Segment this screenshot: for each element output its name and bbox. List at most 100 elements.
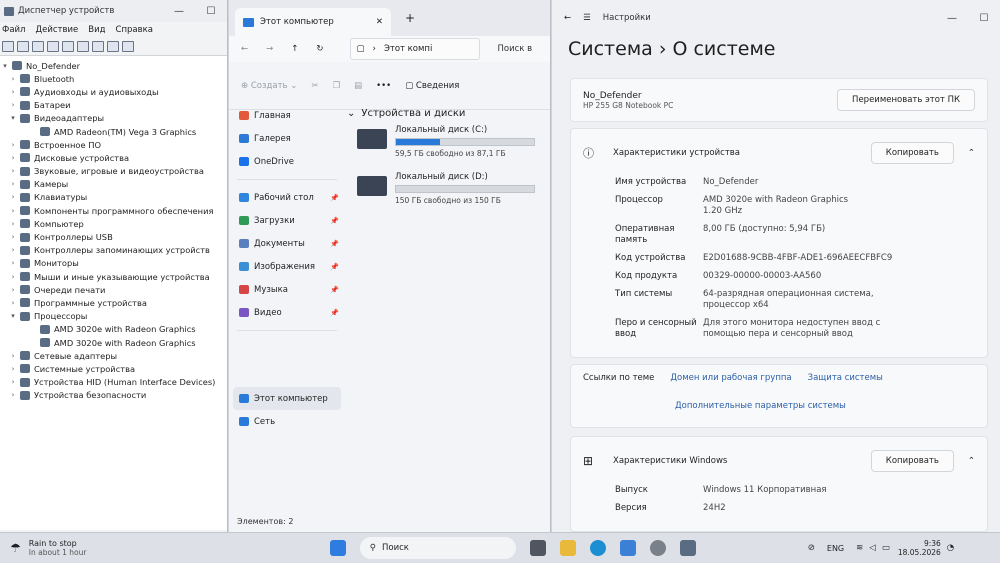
cut-icon[interactable]: ✂ — [311, 81, 318, 91]
sidebar-item[interactable]: OneDrive — [229, 150, 345, 173]
sidebar-item[interactable]: Галерея — [229, 127, 345, 150]
refresh-icon[interactable]: ↻ — [316, 44, 323, 54]
chevron-right-icon[interactable]: › — [8, 180, 18, 188]
drive-item[interactable]: Локальный диск (C:) 59,5 ГБ свободно из 8… — [357, 125, 550, 158]
back-arrow-icon[interactable]: ← — [564, 13, 571, 23]
tree-node[interactable]: › Аудиовходы и аудиовыходы — [0, 85, 227, 98]
pin-icon[interactable]: 📌 — [330, 240, 339, 248]
tree-node[interactable]: › Камеры — [0, 178, 227, 191]
chevron-down-icon[interactable]: ▾ — [0, 62, 10, 70]
tree-node[interactable]: › Bluetooth — [0, 72, 227, 85]
chevron-right-icon[interactable]: › — [8, 207, 18, 215]
tree-node[interactable]: › Компьютер — [0, 217, 227, 230]
tree-node[interactable]: › Программные устройства — [0, 296, 227, 309]
copy-device-specs-button[interactable]: Копировать — [870, 142, 954, 164]
chevron-up-icon[interactable]: ⌃ — [968, 456, 975, 466]
file-explorer-icon[interactable] — [559, 540, 576, 556]
pin-icon[interactable]: 📌 — [330, 217, 339, 225]
tree-node[interactable]: › Сетевые адаптеры — [0, 349, 227, 362]
tree-node[interactable]: AMD 3020e with Radeon Graphics — [0, 323, 227, 336]
chevron-right-icon[interactable]: › — [8, 259, 18, 267]
forward-icon[interactable] — [17, 41, 29, 52]
address-bar[interactable]: ▢ › Этот компі — [349, 38, 480, 60]
tree-node[interactable]: › Контроллеры USB — [0, 230, 227, 243]
sidebar-item[interactable]: Изображения 📌 — [229, 255, 345, 278]
volume-icon[interactable]: ◁ — [869, 543, 876, 553]
back-icon[interactable] — [2, 41, 14, 52]
network-off-icon[interactable]: ⊘ — [808, 543, 815, 553]
tree-node[interactable]: › Системные устройства — [0, 362, 227, 375]
tree-node[interactable]: › Мониторы — [0, 257, 227, 270]
create-button[interactable]: ⊕ Создать ⌄ — [241, 81, 297, 91]
device-manager-icon[interactable] — [679, 540, 696, 556]
chevron-up-icon[interactable]: ⌃ — [968, 148, 975, 158]
chevron-right-icon[interactable]: › — [8, 193, 18, 201]
edge-icon[interactable] — [589, 540, 606, 556]
minimize-button[interactable]: — — [936, 13, 968, 24]
store-icon[interactable] — [619, 540, 636, 556]
device-specs-header[interactable]: ⓘ Характеристики устройства Копировать ⌃ — [571, 129, 987, 177]
paste-icon[interactable]: ▤ — [354, 81, 362, 91]
menu-icon[interactable]: ☰ — [583, 13, 591, 23]
language-indicator[interactable]: ENG — [827, 544, 844, 553]
chevron-right-icon[interactable]: › — [8, 154, 18, 162]
update-driver-icon[interactable] — [92, 41, 104, 52]
sidebar-item[interactable]: Загрузки 📌 — [229, 209, 345, 232]
menu-view[interactable]: Вид — [88, 25, 105, 35]
print-icon[interactable] — [107, 41, 119, 52]
copy-windows-specs-button[interactable]: Копировать — [870, 450, 954, 472]
help-icon[interactable] — [62, 41, 74, 52]
tree-node[interactable]: ▾ No_Defender — [0, 59, 227, 72]
menu-help[interactable]: Справка — [116, 25, 153, 35]
chevron-down-icon[interactable]: ▾ — [8, 114, 18, 122]
tree-node[interactable]: › Встроенное ПО — [0, 138, 227, 151]
tree-node[interactable]: ▾ Видеоадаптеры — [0, 112, 227, 125]
sidebar-item[interactable]: Музыка 📌 — [229, 278, 345, 301]
settings-icon[interactable] — [649, 540, 666, 556]
taskbar-search[interactable]: ⚲ Поиск — [359, 537, 516, 559]
details-button[interactable]: ▢ Сведения — [405, 81, 459, 91]
tree-node[interactable]: › Устройства безопасности — [0, 389, 227, 402]
pin-icon[interactable]: 📌 — [330, 309, 339, 317]
start-icon[interactable] — [329, 540, 346, 556]
tree-node[interactable]: › Контроллеры запоминающих устройств — [0, 244, 227, 257]
sidebar-item[interactable]: Рабочий стол 📌 — [229, 186, 345, 209]
system-protection-link[interactable]: Защита системы — [808, 373, 883, 383]
chevron-right-icon[interactable]: › — [8, 220, 18, 228]
pin-icon[interactable]: 📌 — [330, 194, 339, 202]
chevron-right-icon[interactable]: › — [8, 352, 18, 360]
chevron-right-icon[interactable]: › — [8, 365, 18, 373]
tree-node[interactable]: › Клавиатуры — [0, 191, 227, 204]
chevron-right-icon[interactable]: › — [8, 141, 18, 149]
chevron-right-icon[interactable]: › — [8, 167, 18, 175]
weather-widget[interactable]: Rain to stop In about 1 hour — [29, 539, 289, 557]
windows-specs-header[interactable]: ⊞ Характеристики Windows Копировать ⌃ — [571, 437, 987, 485]
drive-item[interactable]: Локальный диск (D:) 150 ГБ свободно из 15… — [357, 172, 550, 205]
chevron-right-icon[interactable]: › — [8, 286, 18, 294]
close-tab-icon[interactable]: ✕ — [376, 17, 383, 27]
sidebar-item[interactable]: Документы 📌 — [229, 232, 345, 255]
properties-icon[interactable] — [47, 41, 59, 52]
tree-node[interactable]: › Дисковые устройства — [0, 151, 227, 164]
chevron-right-icon[interactable]: › — [8, 101, 18, 109]
battery-icon[interactable]: ▭ — [882, 543, 890, 553]
chevron-right-icon[interactable]: › — [8, 233, 18, 241]
sidebar-item[interactable]: Главная — [229, 104, 345, 127]
advanced-system-settings-link[interactable]: Дополнительные параметры системы — [675, 401, 975, 411]
back-arrow-icon[interactable]: ← — [241, 44, 248, 54]
task-view-icon[interactable] — [529, 540, 546, 556]
rename-pc-button[interactable]: Переименовать этот ПК — [837, 89, 975, 111]
copy-icon[interactable]: ❐ — [332, 81, 340, 91]
new-tab-icon[interactable]: + — [405, 11, 415, 25]
tree-node[interactable]: › Компоненты программного обеспечения — [0, 204, 227, 217]
chevron-right-icon[interactable]: › — [8, 273, 18, 281]
pin-icon[interactable]: 📌 — [330, 263, 339, 271]
sidebar-item[interactable]: Сеть — [229, 410, 345, 433]
search-box[interactable]: Поиск в — [498, 44, 533, 54]
tree-node[interactable]: ▾ Процессоры — [0, 310, 227, 323]
pin-icon[interactable]: 📌 — [330, 286, 339, 294]
up-arrow-icon[interactable]: ↑ — [291, 44, 298, 54]
sidebar-item[interactable]: Этот компьютер — [233, 387, 341, 410]
monitor-icon[interactable] — [122, 41, 134, 52]
menu-action[interactable]: Действие — [35, 25, 78, 35]
